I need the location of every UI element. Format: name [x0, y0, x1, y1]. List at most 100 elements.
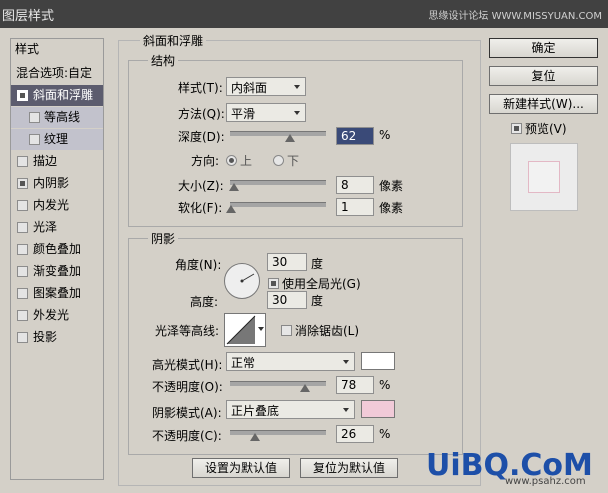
style-list-item[interactable]: 斜面和浮雕 [11, 85, 103, 106]
shadow-opacity-thumb[interactable] [249, 433, 260, 441]
highlight-opacity-slider[interactable] [230, 381, 326, 392]
style-checkbox[interactable] [29, 112, 40, 123]
size-label: 大小(Z): [178, 179, 224, 193]
style-checkbox[interactable] [17, 266, 28, 277]
depth-slider[interactable] [230, 131, 326, 142]
depth-label: 深度(D): [178, 130, 225, 144]
shadow-opacity-slider[interactable] [230, 430, 326, 441]
style-label: 样式(T): [178, 81, 223, 95]
soften-slider-thumb[interactable] [225, 205, 236, 213]
preview-checkbox[interactable] [511, 123, 522, 134]
watermark-text: 思缘设计论坛 WWW.MISSYUAN.COM [428, 11, 602, 22]
direction-down-radio[interactable] [273, 155, 284, 166]
shadow-opacity-label: 不透明度(C): [152, 429, 222, 443]
style-checkbox[interactable] [17, 310, 28, 321]
highlight-opacity-thumb[interactable] [299, 384, 310, 392]
altitude-unit: 度 [311, 294, 324, 308]
bevel-emboss-title: 斜面和浮雕 [140, 32, 207, 49]
gloss-contour-picker[interactable] [224, 313, 266, 347]
direction-down-label: 下 [287, 154, 300, 168]
style-checkbox[interactable] [17, 332, 28, 343]
reset-default-button[interactable]: 复位为默认值 [300, 458, 398, 478]
style-list-item[interactable]: 光泽 [11, 217, 103, 238]
soften-label: 软化(F): [178, 201, 223, 215]
style-list-label: 纹理 [44, 132, 69, 146]
style-list-item[interactable]: 内阴影 [11, 173, 103, 194]
technique-select[interactable]: 平滑 [226, 103, 306, 122]
style-list-label: 混合选项:自定 [16, 66, 93, 80]
style-checkbox[interactable] [17, 222, 28, 233]
size-slider[interactable] [228, 180, 326, 191]
style-list-label: 内发光 [33, 198, 70, 212]
style-list-item[interactable]: 混合选项:自定 [11, 63, 103, 84]
style-list: 样式混合选项:自定斜面和浮雕 等高线纹理描边内阴影内发光光泽颜色叠加 渐变叠加 图案叠… [10, 38, 104, 480]
highlight-mode-select[interactable]: 正常 [226, 352, 355, 371]
direction-up-radio[interactable] [226, 155, 237, 166]
style-list-label: 样式 [15, 42, 40, 56]
style-list-item[interactable]: 内发光 [11, 195, 103, 216]
new-style-button[interactable]: 新建样式(W)... [489, 94, 598, 114]
style-list-item[interactable]: 外发光 [11, 305, 103, 326]
style-checkbox[interactable] [17, 244, 28, 255]
angle-label: 角度(N): [175, 258, 222, 272]
preview-swatch [528, 161, 560, 193]
style-list-item[interactable]: 样式 [11, 39, 103, 60]
style-checkbox[interactable] [29, 134, 40, 145]
watermark-url: www.psahz.com [505, 476, 586, 487]
depth-input[interactable]: 62 [336, 127, 374, 145]
technique-label: 方法(Q): [178, 107, 225, 121]
global-light-checkbox[interactable] [268, 278, 279, 289]
style-list-item[interactable]: 纹理 [11, 129, 103, 150]
shadow-opacity-input[interactable]: 26 [336, 425, 374, 443]
preview-label: 预览(V) [525, 122, 567, 136]
shadow-color-swatch[interactable] [361, 400, 395, 418]
soften-input[interactable]: 1 [336, 198, 374, 216]
depth-slider-thumb[interactable] [284, 134, 295, 142]
style-list-item[interactable]: 图案叠加 [11, 283, 103, 304]
style-list-item[interactable]: 颜色叠加 [11, 239, 103, 260]
style-list-item[interactable]: 描边 [11, 151, 103, 172]
highlight-opacity-label: 不透明度(O): [152, 380, 223, 394]
style-list-item[interactable]: 等高线 [11, 107, 103, 128]
angle-dial-hand-icon [240, 273, 255, 283]
shadow-mode-select[interactable]: 正片叠底 [226, 400, 355, 419]
depth-unit: % [379, 128, 391, 142]
structure-title: 结构 [148, 52, 179, 69]
shading-title: 阴影 [148, 230, 179, 247]
style-checkbox[interactable] [17, 288, 28, 299]
title-bar[interactable]: 图层样式 思缘设计论坛 WWW.MISSYUAN.COM [0, 0, 608, 28]
style-list-label: 描边 [33, 154, 58, 168]
soften-unit: 像素 [379, 201, 404, 215]
style-list-label: 投影 [33, 330, 58, 344]
style-checkbox[interactable] [17, 200, 28, 211]
style-checkbox[interactable] [17, 178, 28, 189]
make-default-button[interactable]: 设置为默认值 [192, 458, 290, 478]
size-input[interactable]: 8 [336, 176, 374, 194]
highlight-opacity-input[interactable]: 78 [336, 376, 374, 394]
ok-button[interactable]: 确定 [489, 38, 598, 58]
highlight-color-swatch[interactable] [361, 352, 395, 370]
antialias-checkbox[interactable] [281, 325, 292, 336]
style-preview-thumbnail [510, 143, 578, 211]
angle-unit: 度 [311, 257, 324, 271]
chevron-down-icon [343, 408, 349, 412]
soften-slider[interactable] [225, 202, 326, 213]
chevron-down-icon [294, 85, 300, 89]
size-slider-thumb[interactable] [228, 183, 239, 191]
angle-dial[interactable] [224, 263, 260, 299]
chevron-down-icon [258, 327, 264, 331]
chevron-down-icon [294, 111, 300, 115]
altitude-input[interactable]: 30 [267, 291, 307, 309]
style-list-item[interactable]: 渐变叠加 [11, 261, 103, 282]
reset-button[interactable]: 复位 [489, 66, 598, 86]
altitude-label: 高度: [190, 295, 219, 309]
style-checkbox[interactable] [17, 90, 28, 101]
highlight-opacity-unit: % [379, 378, 391, 392]
style-checkbox[interactable] [17, 156, 28, 167]
style-list-label: 外发光 [33, 308, 70, 322]
style-list-label: 光泽 [33, 220, 58, 234]
style-list-item[interactable]: 投影 [11, 327, 103, 348]
angle-input[interactable]: 30 [267, 253, 307, 271]
layer-style-dialog: 图层样式 思缘设计论坛 WWW.MISSYUAN.COM 样式 混合选项:自定 斜面… [0, 0, 608, 493]
style-select[interactable]: 内斜面 [226, 77, 306, 96]
